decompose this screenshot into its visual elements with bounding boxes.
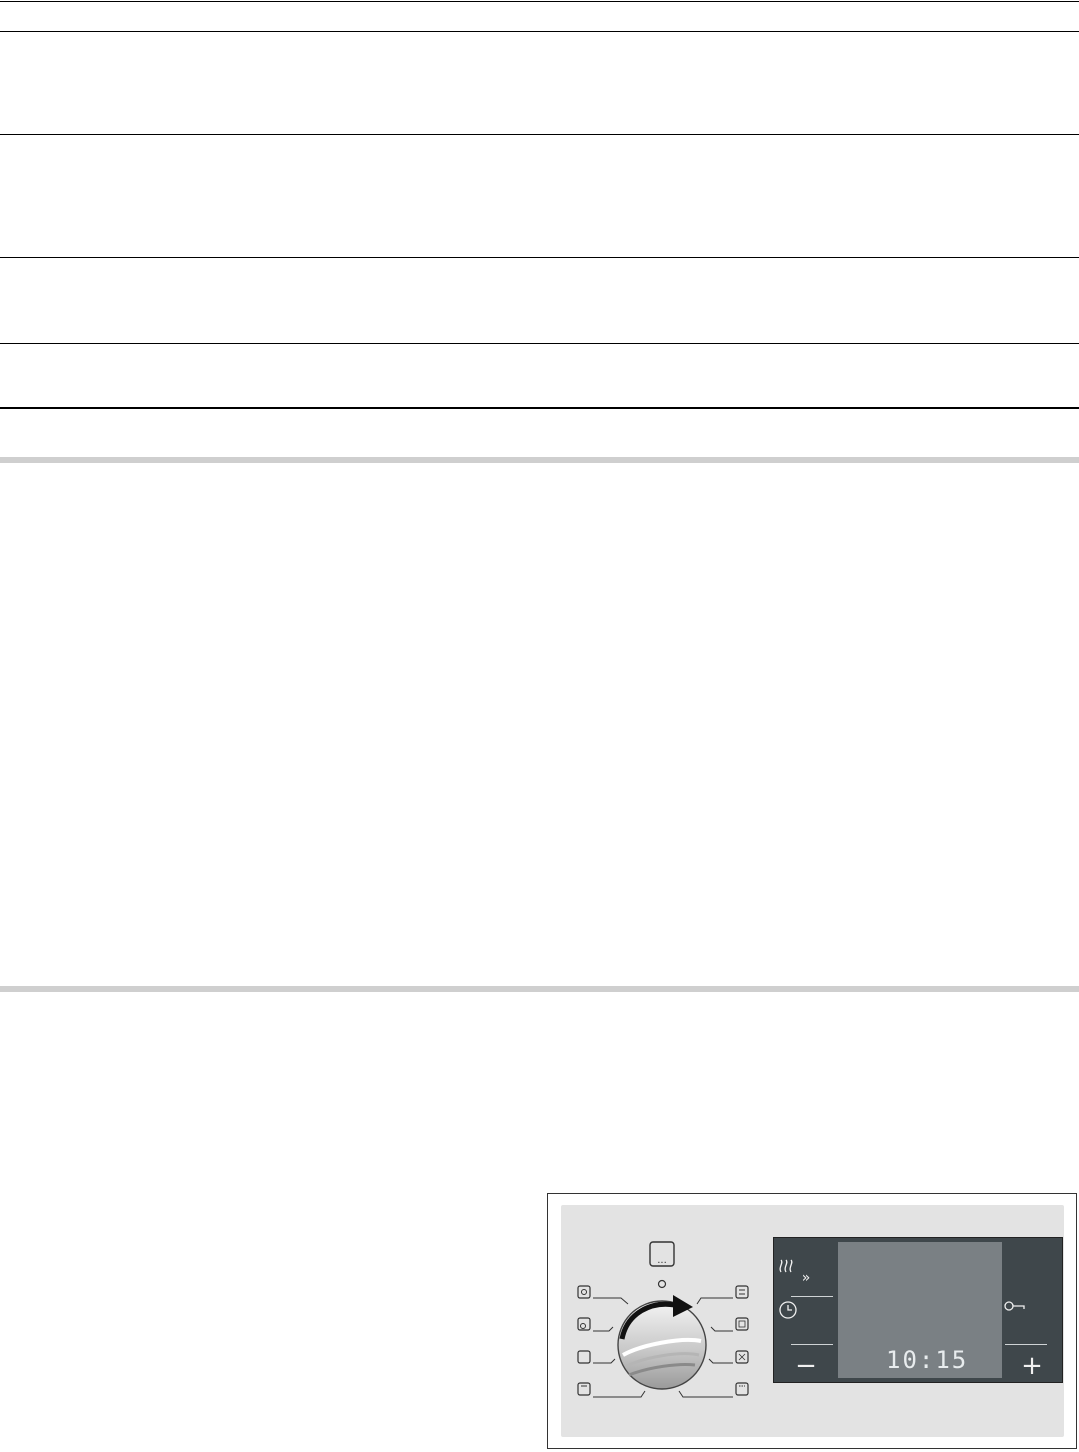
rapid-heat-button[interactable]: »	[778, 1258, 834, 1298]
table-row-rule	[0, 343, 1079, 344]
minus-button[interactable]: −	[778, 1346, 834, 1386]
top-bottom-heat-icon	[577, 1350, 616, 1364]
button-divider	[791, 1344, 833, 1345]
table-top-rule	[0, 1, 1079, 2]
table-row-rule	[0, 257, 1079, 258]
electronic-control-area: » − 10:15 +	[773, 1237, 1063, 1383]
heat-waves-icon	[779, 1259, 793, 1273]
time-setting-button[interactable]	[778, 1300, 834, 1340]
button-divider	[1005, 1344, 1047, 1345]
full-surface-grill-icon	[708, 1350, 749, 1364]
off-position-marker	[657, 1279, 667, 1289]
bottom-heat-icon	[577, 1382, 646, 1398]
digital-display: 10:15	[838, 1242, 1002, 1378]
table-header-rule	[0, 31, 1079, 32]
plus-icon: +	[1021, 1351, 1043, 1381]
centre-area-grill-icon	[678, 1382, 749, 1398]
function-selector-knob[interactable]	[617, 1295, 707, 1390]
minus-icon: −	[795, 1351, 817, 1381]
oven-control-panel-figure: ... » − 10:15 +	[547, 1193, 1077, 1449]
childproof-lock-button[interactable]	[1004, 1300, 1060, 1340]
pizza-setting-icon	[696, 1285, 749, 1305]
rapid-heat-icon: »	[801, 1270, 811, 1286]
lamp-icon: ...	[649, 1241, 675, 1267]
table-bottom-rule	[0, 407, 1079, 409]
table-row-rule	[0, 134, 1079, 135]
clock-icon	[779, 1301, 797, 1319]
clock-readout: 10:15	[886, 1346, 969, 1374]
section-divider	[0, 986, 1079, 992]
3d-hot-air-icon	[710, 1317, 749, 1332]
key-icon	[1004, 1301, 1025, 1311]
section-divider	[0, 457, 1079, 463]
defrost-icon	[577, 1285, 629, 1305]
hot-air-grilling-icon	[577, 1317, 614, 1332]
button-divider	[791, 1296, 833, 1297]
control-panel: ... » − 10:15 +	[561, 1205, 1064, 1437]
plus-button[interactable]: +	[1004, 1346, 1060, 1386]
svg-text:...: ...	[657, 1255, 667, 1266]
